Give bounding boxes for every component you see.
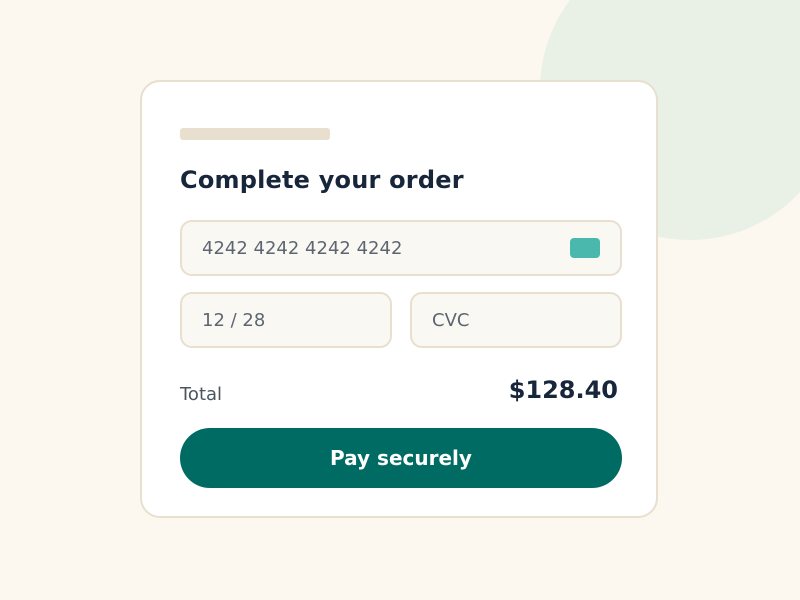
card-number-field[interactable] (180, 220, 622, 276)
brand-placeholder-bar (180, 128, 330, 140)
card-number-input[interactable] (202, 237, 562, 259)
expiry-field[interactable] (180, 292, 392, 348)
pay-button[interactable]: Pay securely (180, 428, 622, 488)
total-value: $128.40 (508, 376, 618, 404)
credit-card-icon (570, 238, 600, 258)
cvc-input[interactable] (432, 309, 600, 331)
page-title: Complete your order (180, 166, 464, 194)
total-label: Total (180, 384, 223, 405)
checkout-card: Complete your order Total $128.40 Pay se… (140, 80, 658, 518)
cvc-field[interactable] (410, 292, 622, 348)
expiry-input[interactable] (202, 309, 370, 331)
